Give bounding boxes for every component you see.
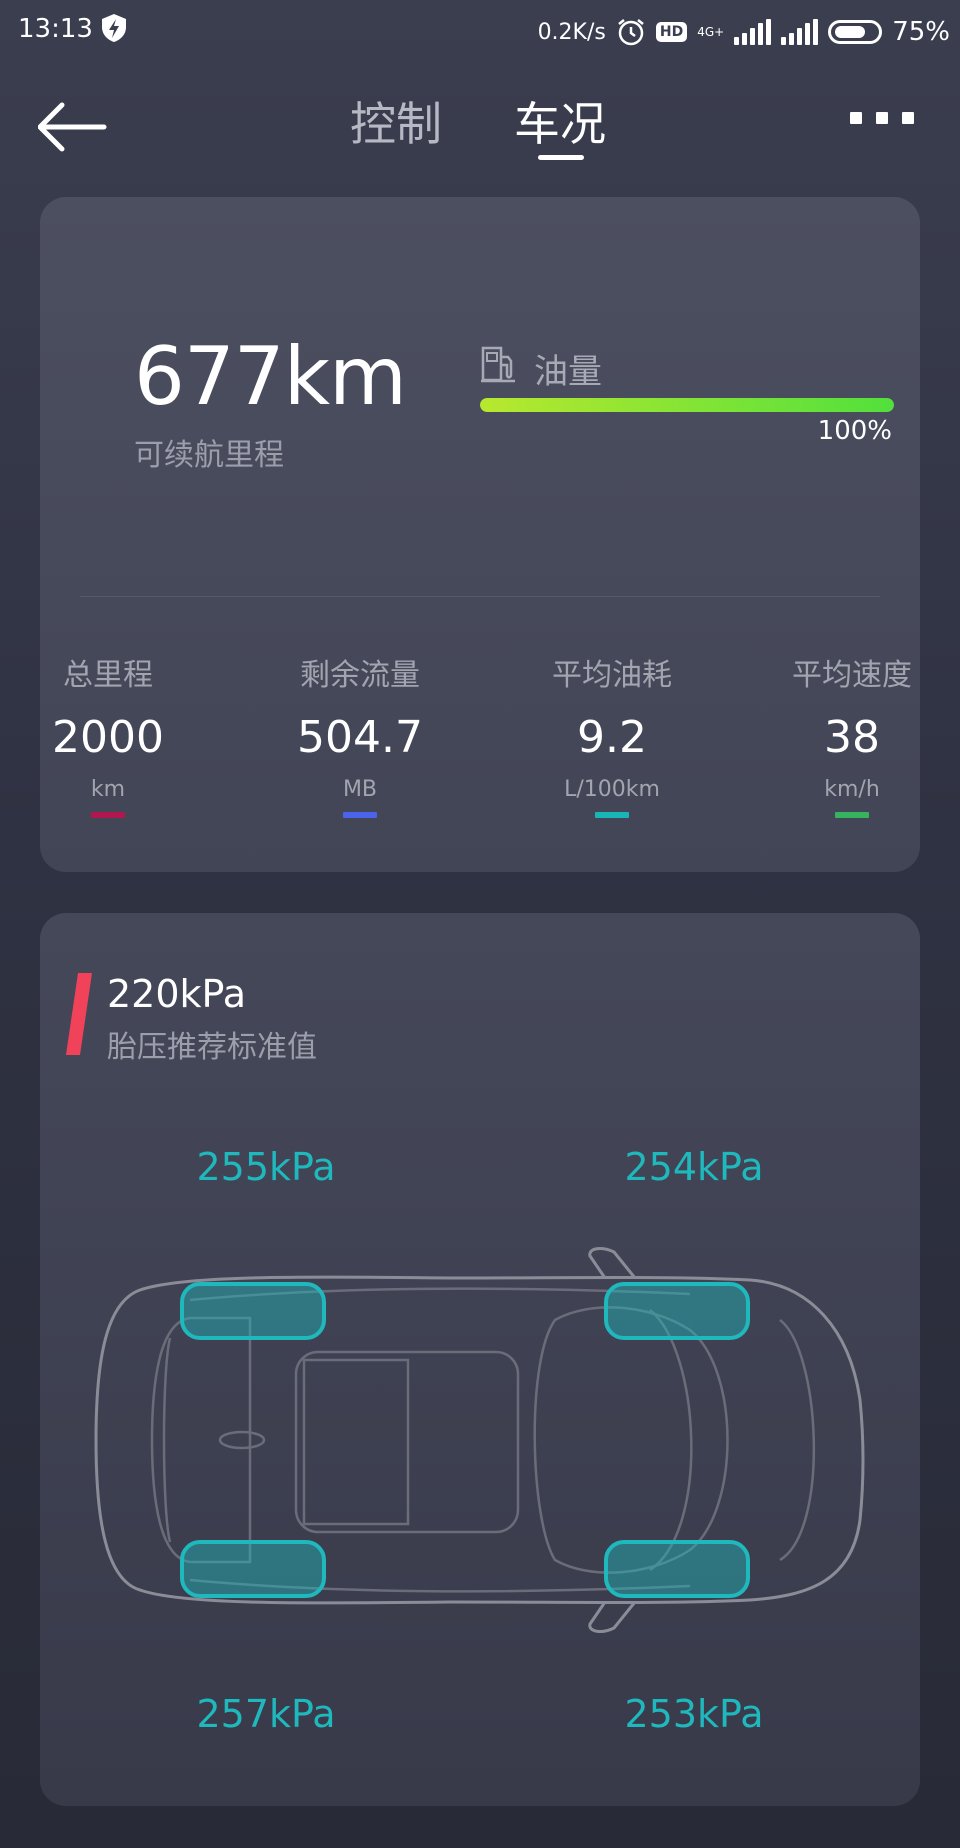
stat-unit: MB — [342, 777, 378, 802]
fuel-pump-icon — [481, 346, 515, 383]
stat-color-bar — [595, 812, 629, 818]
status-indicators: 0.2K/s HD 4G+ 75% — [538, 12, 950, 52]
stat-color-bar — [91, 812, 125, 818]
signal-icon-2 — [781, 19, 819, 45]
signal-icon — [734, 19, 772, 45]
tire-front-left-pressure: 255kPa — [196, 1145, 336, 1189]
stat-unit: km — [90, 777, 126, 802]
divider — [80, 596, 880, 597]
stat-color-bar — [835, 812, 869, 818]
active-tab-indicator — [538, 155, 584, 160]
alarm-icon — [618, 19, 644, 46]
status-bar: 13:13 0.2K/s HD 4G+ 75% — [0, 0, 960, 62]
fuel-level-bar — [480, 398, 894, 412]
stat-label: 总里程 — [63, 658, 153, 693]
stat-remaining-data: 剩余流量 504.7 MB — [250, 650, 470, 818]
tire-front-right-pressure: 254kPa — [624, 1145, 764, 1189]
stat-value: 9.2 — [577, 712, 647, 763]
stat-avg-speed: 平均速度 38 km/h — [754, 650, 950, 818]
battery-level — [835, 26, 866, 38]
accent-marker — [66, 973, 92, 1055]
stat-label: 平均油耗 — [552, 658, 672, 693]
back-arrow-icon[interactable] — [38, 102, 108, 152]
stat-avg-fuel-consumption: 平均油耗 9.2 L/100km — [502, 650, 722, 818]
range-label: 可续航里程 — [134, 438, 284, 473]
power-saving-icon — [102, 14, 126, 42]
fuel-label: 油量 — [534, 352, 602, 392]
net-speed: 0.2K/s — [537, 19, 606, 45]
stat-color-bar — [343, 812, 377, 818]
hd-badge: HD — [655, 22, 688, 42]
stat-value: 504.7 — [297, 712, 423, 763]
range-value: 677km — [134, 330, 407, 423]
stat-unit: km/h — [824, 777, 880, 802]
fuel-level-fill — [480, 398, 894, 412]
tire-rear-left-pressure: 257kPa — [196, 1692, 336, 1736]
stat-total-mileage: 总里程 2000 km — [0, 650, 218, 818]
tab-control[interactable]: 控制 — [350, 88, 442, 154]
stat-label: 剩余流量 — [300, 658, 420, 693]
stat-value: 38 — [824, 712, 880, 763]
stat-value: 2000 — [52, 712, 164, 763]
network-type: 4G+ — [697, 25, 725, 39]
tire-rear-right-pressure: 253kPa — [624, 1692, 764, 1736]
status-time: 13:13 — [18, 14, 93, 44]
recommended-pressure-label: 胎压推荐标准值 — [107, 1030, 317, 1065]
car-top-view-diagram — [94, 1247, 865, 1633]
battery-percent: 75% — [892, 17, 950, 47]
fuel-percent: 100% — [817, 416, 892, 446]
recommended-pressure-value: 220kPa — [107, 972, 247, 1016]
stat-label: 平均速度 — [792, 658, 912, 693]
stat-unit: L/100km — [564, 777, 660, 802]
more-menu-icon[interactable] — [850, 112, 914, 124]
battery-icon — [828, 20, 883, 44]
tab-vehicle-status[interactable]: 车况 — [514, 88, 606, 154]
